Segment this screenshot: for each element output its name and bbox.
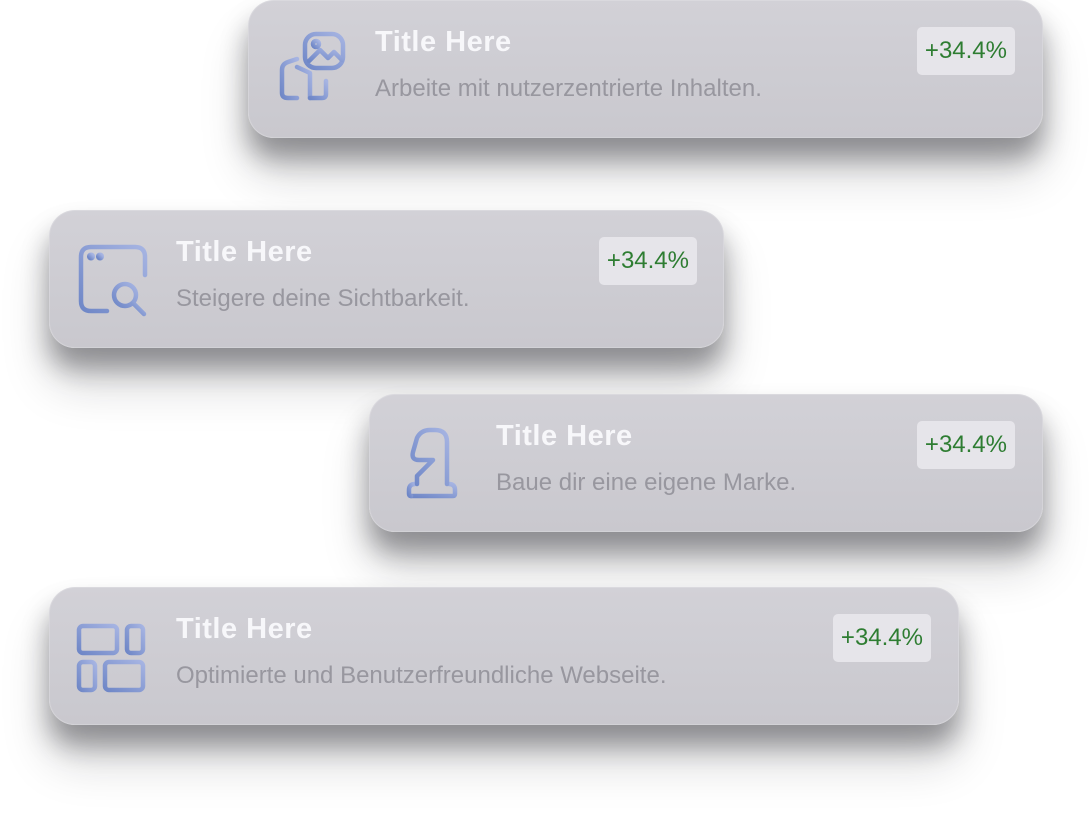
- growth-badge: +34.4%: [832, 614, 931, 662]
- growth-badge: +34.4%: [916, 27, 1015, 75]
- card-subtitle: Steigere deine Sichtbarkeit.: [176, 285, 470, 312]
- feature-card-website[interactable]: Title Here Optimierte und Benutzerfreund…: [49, 587, 959, 725]
- growth-badge: +34.4%: [598, 237, 697, 285]
- chess-knight-icon: [393, 423, 473, 503]
- card-title: Title Here: [496, 420, 633, 452]
- card-title: Title Here: [176, 613, 313, 645]
- image-map-icon: [272, 29, 352, 109]
- growth-badge: +34.4%: [916, 421, 1015, 469]
- layout-grid-icon: [73, 616, 153, 696]
- card-subtitle: Optimierte und Benutzerfreundliche Webse…: [176, 662, 667, 689]
- feature-card-brand[interactable]: Title Here Baue dir eine eigene Marke. +…: [369, 394, 1043, 532]
- card-title: Title Here: [375, 26, 512, 58]
- card-subtitle: Arbeite mit nutzerzentrierte Inhalten.: [375, 75, 762, 102]
- card-subtitle: Baue dir eine eigene Marke.: [496, 469, 797, 496]
- card-title: Title Here: [176, 236, 313, 268]
- feature-card-content[interactable]: Title Here Arbeite mit nutzerzentrierte …: [248, 0, 1043, 138]
- feature-card-visibility[interactable]: Title Here Steigere deine Sichtbarkeit. …: [49, 210, 724, 348]
- browser-search-icon: [73, 239, 153, 319]
